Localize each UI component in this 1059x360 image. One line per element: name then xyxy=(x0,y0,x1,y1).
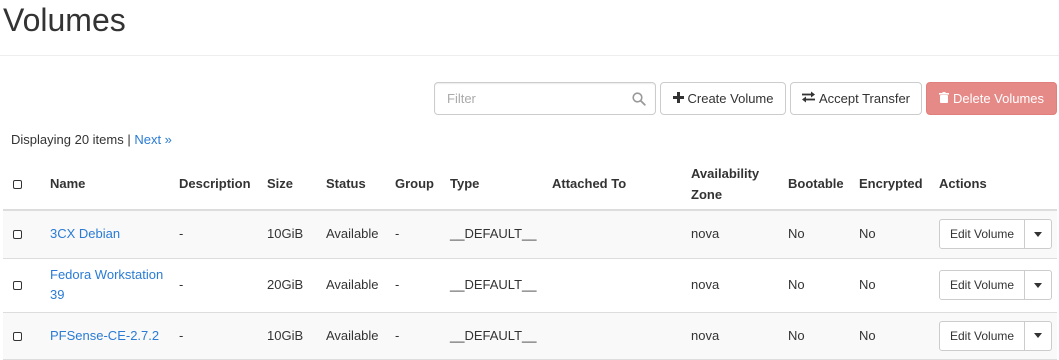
row-action-group: Edit Volume xyxy=(939,219,1053,250)
accept-transfer-label: Accept Transfer xyxy=(818,91,911,106)
col-actions: Actions xyxy=(939,176,987,191)
pagination-summary: Displaying 20 items | Next » xyxy=(11,132,172,147)
col-status[interactable]: Status xyxy=(322,158,391,210)
search-icon[interactable] xyxy=(632,92,646,106)
row-checkbox[interactable] xyxy=(13,230,22,240)
volumes-table: Name Description Size Status Group Type … xyxy=(3,158,1057,360)
cell-description: - xyxy=(179,277,184,292)
table-header-row: Name Description Size Status Group Type … xyxy=(3,158,1057,210)
col-group: Group xyxy=(395,176,434,191)
cell-group: - xyxy=(395,226,400,242)
cell-bootable: No xyxy=(788,327,805,343)
cell-bootable: No xyxy=(788,226,805,242)
col-availability-zone-line1: Availability xyxy=(691,165,760,181)
col-description: Description xyxy=(179,176,251,191)
filter-field[interactable] xyxy=(434,82,656,115)
create-volume-button[interactable]: Create Volume xyxy=(660,82,786,115)
cell-group: - xyxy=(395,327,400,343)
table-row: 3CX Debian - 10GiB Available - __DEFAULT… xyxy=(3,210,1057,258)
page-title: Volumes xyxy=(3,2,126,38)
row-action-group: Edit Volume xyxy=(939,320,1053,351)
row-checkbox[interactable] xyxy=(13,331,22,341)
cell-group: - xyxy=(395,277,400,292)
select-all-checkbox[interactable] xyxy=(13,180,22,190)
delete-volumes-button[interactable]: Delete Volumes xyxy=(926,82,1057,115)
item-count: Displaying 20 items | xyxy=(11,132,135,147)
cell-encrypted: No xyxy=(859,277,876,292)
cell-size: 10GiB xyxy=(267,226,304,242)
volume-name-link[interactable]: Fedora Workstation 39 xyxy=(50,267,163,302)
volume-name-link[interactable]: 3CX Debian xyxy=(50,226,120,241)
cell-status: Available xyxy=(326,277,379,292)
col-encrypted[interactable]: Encrypted xyxy=(855,158,935,210)
caret-down-icon[interactable] xyxy=(1025,270,1053,300)
cell-encrypted: No xyxy=(859,327,876,343)
cell-description: - xyxy=(179,327,184,343)
cell-attached-to xyxy=(548,258,687,312)
col-type[interactable]: Type xyxy=(446,158,548,210)
table-row: Fedora Workstation 39 - 20GiB Available … xyxy=(3,258,1057,312)
exchange-icon xyxy=(801,91,815,106)
cell-attached-to xyxy=(548,312,687,359)
col-name[interactable]: Name xyxy=(46,158,175,210)
accept-transfer-button[interactable]: Accept Transfer xyxy=(790,82,922,115)
cell-zone: nova xyxy=(691,226,720,242)
filter-input[interactable] xyxy=(435,83,625,114)
cell-type: __DEFAULT__ xyxy=(450,327,537,343)
delete-volumes-label: Delete Volumes xyxy=(952,91,1045,106)
trash-icon xyxy=(938,91,949,106)
caret-down-icon[interactable] xyxy=(1025,320,1053,351)
cell-description: - xyxy=(179,226,184,242)
row-checkbox[interactable] xyxy=(13,281,22,291)
cell-bootable: No xyxy=(788,277,805,292)
col-availability-zone[interactable]: Availability Zone xyxy=(687,158,784,210)
create-volume-label: Create Volume xyxy=(687,91,774,106)
cell-type: __DEFAULT__ xyxy=(450,277,537,292)
col-bootable[interactable]: Bootable xyxy=(784,158,855,210)
cell-zone: nova xyxy=(691,277,720,292)
edit-volume-button[interactable]: Edit Volume xyxy=(939,270,1026,300)
volume-name-link[interactable]: PFSense-CE-2.7.2 xyxy=(50,328,159,343)
cell-type: __DEFAULT__ xyxy=(450,226,537,242)
title-divider xyxy=(0,55,1059,56)
col-size[interactable]: Size xyxy=(263,158,322,210)
next-page-link[interactable]: Next » xyxy=(134,132,172,147)
row-action-group: Edit Volume xyxy=(939,270,1053,300)
col-availability-zone-line2: Zone xyxy=(691,186,723,202)
cell-status: Available xyxy=(326,226,379,242)
cell-size: 10GiB xyxy=(267,327,304,343)
cell-zone: nova xyxy=(691,327,720,343)
cell-encrypted: No xyxy=(859,226,876,242)
edit-volume-button[interactable]: Edit Volume xyxy=(939,320,1026,351)
cell-attached-to xyxy=(548,210,687,258)
col-attached-to: Attached To xyxy=(552,176,627,191)
edit-volume-button[interactable]: Edit Volume xyxy=(939,219,1026,250)
plus-icon xyxy=(672,91,684,106)
cell-status: Available xyxy=(326,327,379,343)
cell-size: 20GiB xyxy=(267,277,304,292)
caret-down-icon[interactable] xyxy=(1025,219,1053,250)
table-row: PFSense-CE-2.7.2 - 10GiB Available - __D… xyxy=(3,312,1057,359)
